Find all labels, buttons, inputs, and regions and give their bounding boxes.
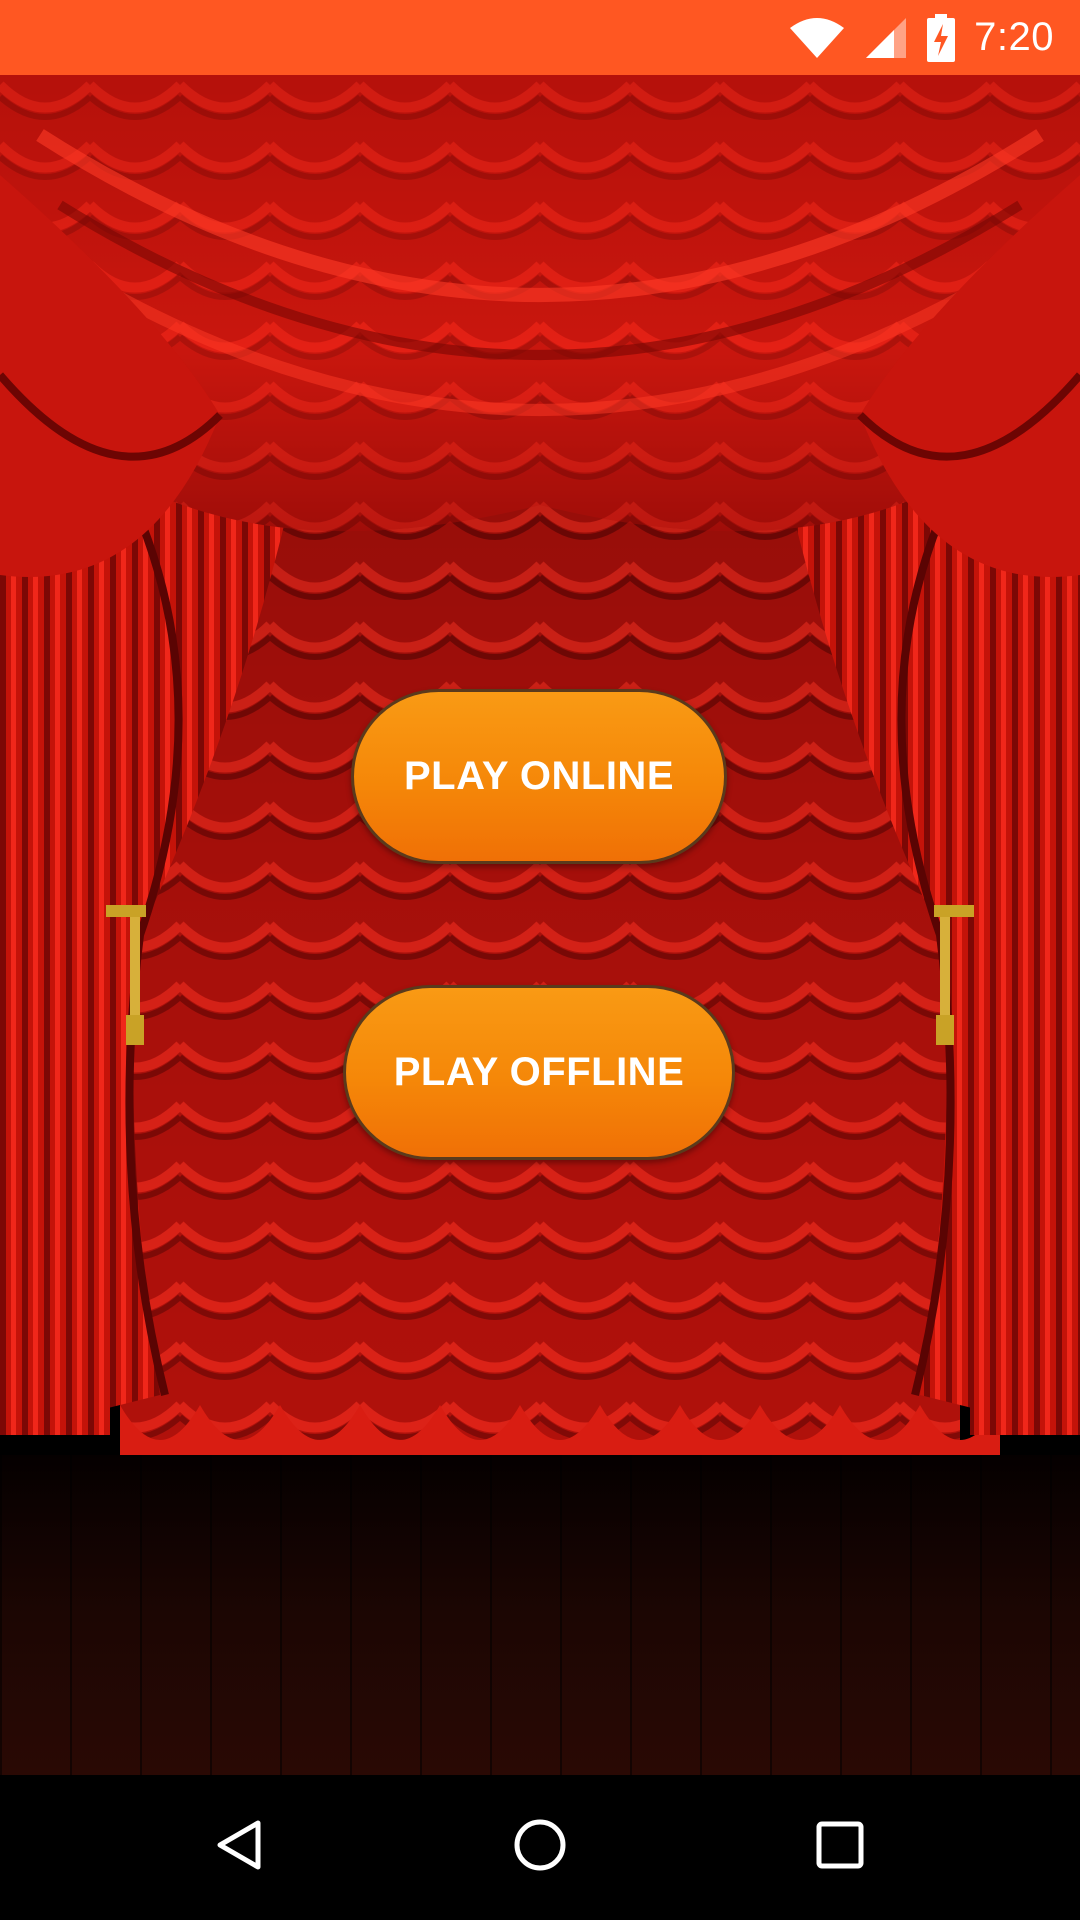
home-button[interactable] xyxy=(470,1775,610,1920)
screen: 7:20 PLAY ONLINE PLAY OFFLINE xyxy=(0,0,1080,1920)
status-time: 7:20 xyxy=(974,15,1054,59)
back-icon xyxy=(210,1815,270,1880)
theater-stage-background xyxy=(0,75,1080,1775)
cell-signal-icon xyxy=(864,16,908,60)
wifi-icon xyxy=(788,16,846,60)
status-bar: 7:20 xyxy=(0,0,1080,75)
home-icon xyxy=(510,1815,570,1880)
recents-icon xyxy=(810,1815,870,1880)
recents-button[interactable] xyxy=(770,1775,910,1920)
play-offline-button[interactable]: PLAY OFFLINE xyxy=(343,985,735,1160)
battery-charging-icon xyxy=(926,13,956,62)
play-online-label: PLAY ONLINE xyxy=(403,754,674,798)
navigation-bar xyxy=(0,1775,1080,1920)
play-offline-label: PLAY OFFLINE xyxy=(393,1050,685,1094)
back-button[interactable] xyxy=(170,1775,310,1920)
play-online-button[interactable]: PLAY ONLINE xyxy=(351,689,727,864)
